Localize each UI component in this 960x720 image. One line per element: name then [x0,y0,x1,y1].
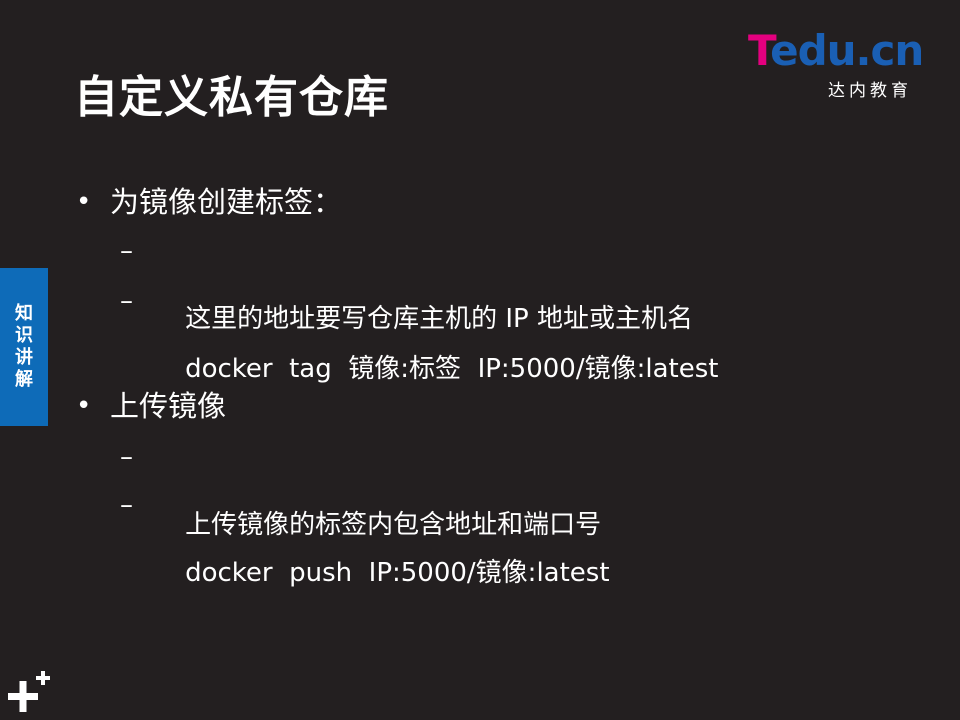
dash-icon: – [120,286,133,316]
bullet-icon: • [76,391,92,421]
logo-wordmark: Tedu.cn [748,26,924,76]
side-tab-char: 识 [15,325,33,346]
logo-brand-t: T [748,26,771,75]
section-heading-text: 为镜像创建标签： [110,185,343,219]
list-item: – docker push IP:5000/镜像:latest [120,488,610,624]
logo-subtitle: 达内教育 [828,81,912,101]
dash-icon: – [120,490,133,520]
tedu-logo: Tedu.cn 达内教育 [748,26,938,101]
logo-brand-rest: edu.cn [770,26,924,75]
side-tab-char: 解 [15,369,33,390]
slide-title: 自定义私有仓库 [74,72,389,123]
dash-icon: – [120,236,133,266]
section-heading: • 上传镜像 [76,386,227,426]
dash-icon: – [120,442,133,472]
plus-plus-icon [8,671,50,712]
side-tab-char: 讲 [15,347,33,368]
list-item-text: docker push IP:5000/镜像:latest [185,558,610,588]
bullet-icon: • [76,187,92,217]
list-item-text: docker tag 镜像:标签 IP:5000/镜像:latest [185,354,719,384]
list-item: – docker tag 镜像:标签 IP:5000/镜像:latest [120,284,719,420]
section-heading-text: 上传镜像 [110,389,227,423]
knowledge-tab: 知 识 讲 解 [0,268,48,426]
section-heading: • 为镜像创建标签： [76,182,343,222]
side-tab-char: 知 [15,303,33,324]
